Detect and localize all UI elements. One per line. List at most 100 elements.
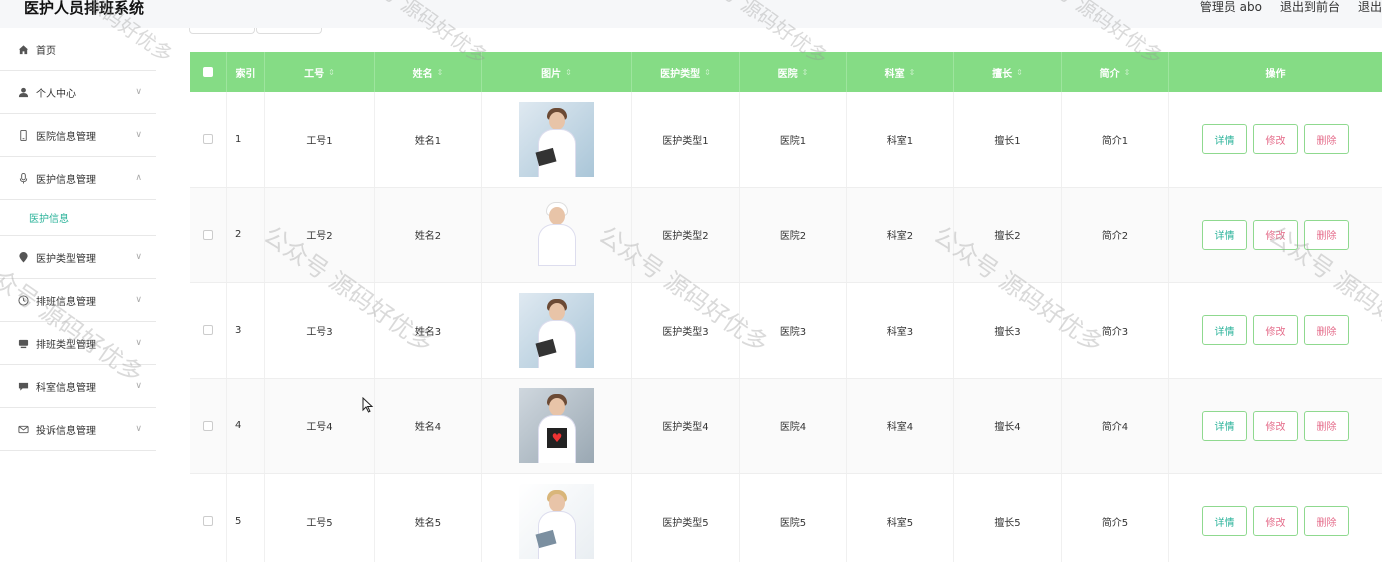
cell-skill: 擅长1 (954, 92, 1062, 187)
admin-user-label[interactable]: 管理员 abo (1200, 0, 1262, 14)
cell-name: 姓名3 (375, 283, 482, 378)
sidebar-item-label: 排班类型管理 (36, 339, 96, 351)
sidebar-item-label: 科室信息管理 (36, 382, 96, 394)
table-header: 索引 工号 ⇕ 姓名 ⇕ 图片 ⇕ 医护类型 ⇕ 医院 ⇕ 科室 ⇕ 擅长 ⇕ 简介 ⇕ 操作 (190, 52, 1382, 92)
header-index[interactable]: 索引 (227, 52, 265, 92)
row-checkbox[interactable] (203, 420, 213, 431)
cell-job-no: 工号2 (265, 187, 375, 282)
exit-to-front-link[interactable]: 退出到前台 (1280, 0, 1340, 14)
row-select-cell (190, 187, 227, 282)
select-all-checkbox[interactable] (203, 67, 213, 77)
sidebar-subitem-medical-info[interactable]: 医护信息 (0, 200, 156, 236)
sidebar-item-schedule-info[interactable]: 排班信息管理 ∨ (0, 279, 156, 322)
sidebar: 首页 个人中心 ∨ 医院信息管理 ∨ 医护信息管理 ∧ 医护信息 医护类型管理 … (0, 28, 174, 562)
edit-button[interactable]: 修改 (1253, 219, 1298, 250)
cell-photo (482, 187, 632, 282)
cell-skill: 擅长5 (954, 474, 1062, 562)
sidebar-item-medical-staff[interactable]: 医护信息管理 ∧ (0, 157, 156, 200)
home-icon (17, 43, 29, 55)
edit-button[interactable]: 修改 (1253, 506, 1298, 537)
detail-button[interactable]: 详情 (1202, 506, 1247, 537)
cell-type: 医护类型3 (632, 283, 740, 378)
edit-button[interactable]: 修改 (1253, 124, 1298, 155)
cell-type: 医护类型4 (632, 378, 740, 473)
cell-dept: 科室5 (847, 474, 954, 562)
cell-actions: 详情 修改 删除 (1169, 474, 1382, 562)
logout-link[interactable]: 退出 (1358, 0, 1382, 14)
detail-button[interactable]: 详情 (1202, 219, 1247, 250)
header-dept[interactable]: 科室 ⇕ (847, 52, 954, 92)
delete-button[interactable]: 删除 (1304, 315, 1349, 346)
sidebar-item-medical-type[interactable]: 医护类型管理 ∨ (0, 236, 156, 279)
header-skill[interactable]: 擅长 ⇕ (954, 52, 1062, 92)
cell-dept: 科室3 (847, 283, 954, 378)
sidebar-item-label: 医护信息管理 (36, 174, 96, 186)
chevron-down-icon: ∨ (135, 424, 142, 434)
header-type[interactable]: 医护类型 ⇕ (632, 52, 740, 92)
cell-hospital: 医院5 (740, 474, 847, 562)
row-checkbox[interactable] (203, 325, 213, 336)
cell-skill: 擅长3 (954, 283, 1062, 378)
detail-button[interactable]: 详情 (1202, 410, 1247, 441)
header-job-no[interactable]: 工号 ⇕ (265, 52, 375, 92)
delete-button[interactable]: 删除 (1304, 410, 1349, 441)
cell-job-no: 工号4 (265, 378, 375, 473)
edit-button[interactable]: 修改 (1253, 410, 1298, 441)
select-all-cell (190, 52, 227, 92)
chevron-down-icon: ∨ (135, 130, 142, 140)
table-row: 1 工号1 姓名1 医护类型1 医院1 科室1 擅长1 简介1 详情 修改 删除 (190, 92, 1382, 188)
sidebar-item-schedule-type[interactable]: 排班类型管理 ∨ (0, 322, 156, 365)
header-intro[interactable]: 简介 ⇕ (1062, 52, 1169, 92)
data-table: 索引 工号 ⇕ 姓名 ⇕ 图片 ⇕ 医护类型 ⇕ 医院 ⇕ 科室 ⇕ 擅长 ⇕ 简介 ⇕ 操作 … (190, 52, 1382, 562)
cell-intro: 简介3 (1062, 283, 1169, 378)
header-photo[interactable]: 图片 ⇕ (482, 52, 632, 92)
header-label: 医护类型 (660, 68, 701, 80)
row-select-cell (190, 474, 227, 562)
cell-hospital: 医院2 (740, 187, 847, 282)
sidebar-item-personal-center[interactable]: 个人中心 ∨ (0, 71, 156, 114)
toolbar-button-partial[interactable] (256, 28, 322, 34)
cell-dept: 科室2 (847, 187, 954, 282)
edit-button[interactable]: 修改 (1253, 315, 1298, 346)
staff-photo[interactable] (519, 197, 594, 273)
cell-intro: 简介1 (1062, 92, 1169, 187)
sidebar-item-label: 排班信息管理 (36, 296, 96, 308)
sidebar-item-home[interactable]: 首页 (0, 28, 156, 71)
cell-index: 4 (227, 378, 265, 473)
delete-button[interactable]: 删除 (1304, 124, 1349, 155)
table-row: 2 工号2 姓名2 医护类型2 医院2 科室2 擅长2 简介2 详情 修改 删除 (190, 187, 1382, 283)
staff-photo[interactable] (519, 483, 594, 559)
mouse-cursor-icon (362, 396, 374, 413)
header-hospital[interactable]: 医院 ⇕ (740, 52, 847, 92)
cell-job-no: 工号5 (265, 474, 375, 562)
staff-photo[interactable] (519, 101, 594, 177)
cell-dept: 科室1 (847, 92, 954, 187)
sidebar-item-complaint-info[interactable]: 投诉信息管理 ∨ (0, 408, 156, 451)
cell-index: 1 (227, 92, 265, 187)
chevron-up-icon: ∧ (135, 173, 142, 183)
detail-button[interactable]: 详情 (1202, 315, 1247, 346)
delete-button[interactable]: 删除 (1304, 506, 1349, 537)
cell-intro: 简介2 (1062, 187, 1169, 282)
delete-button[interactable]: 删除 (1304, 219, 1349, 250)
cell-job-no: 工号3 (265, 283, 375, 378)
cell-dept: 科室4 (847, 378, 954, 473)
cell-name: 姓名4 (375, 378, 482, 473)
cell-intro: 简介5 (1062, 474, 1169, 562)
cell-type: 医护类型5 (632, 474, 740, 562)
row-checkbox[interactable] (203, 516, 213, 527)
staff-photo[interactable]: ♥ (519, 388, 594, 464)
header-name[interactable]: 姓名 ⇕ (375, 52, 482, 92)
toolbar-button-partial[interactable] (189, 28, 255, 34)
staff-photo[interactable] (519, 292, 594, 368)
sidebar-item-department-info[interactable]: 科室信息管理 ∨ (0, 365, 156, 408)
top-right-menu: 管理员 abo 退出到前台 退出 (1200, 0, 1382, 14)
table-row: 4 工号4 姓名4 ♥ 医护类型4 医院4 科室4 擅长4 简介4 详情 修改 删除 (190, 378, 1382, 474)
row-checkbox[interactable] (203, 229, 213, 240)
row-select-cell (190, 378, 227, 473)
sidebar-item-hospital-info[interactable]: 医院信息管理 ∨ (0, 114, 156, 157)
cell-skill: 擅长4 (954, 378, 1062, 473)
row-checkbox[interactable] (203, 134, 213, 145)
header-label: 医院 (777, 68, 798, 80)
detail-button[interactable]: 详情 (1202, 124, 1247, 155)
